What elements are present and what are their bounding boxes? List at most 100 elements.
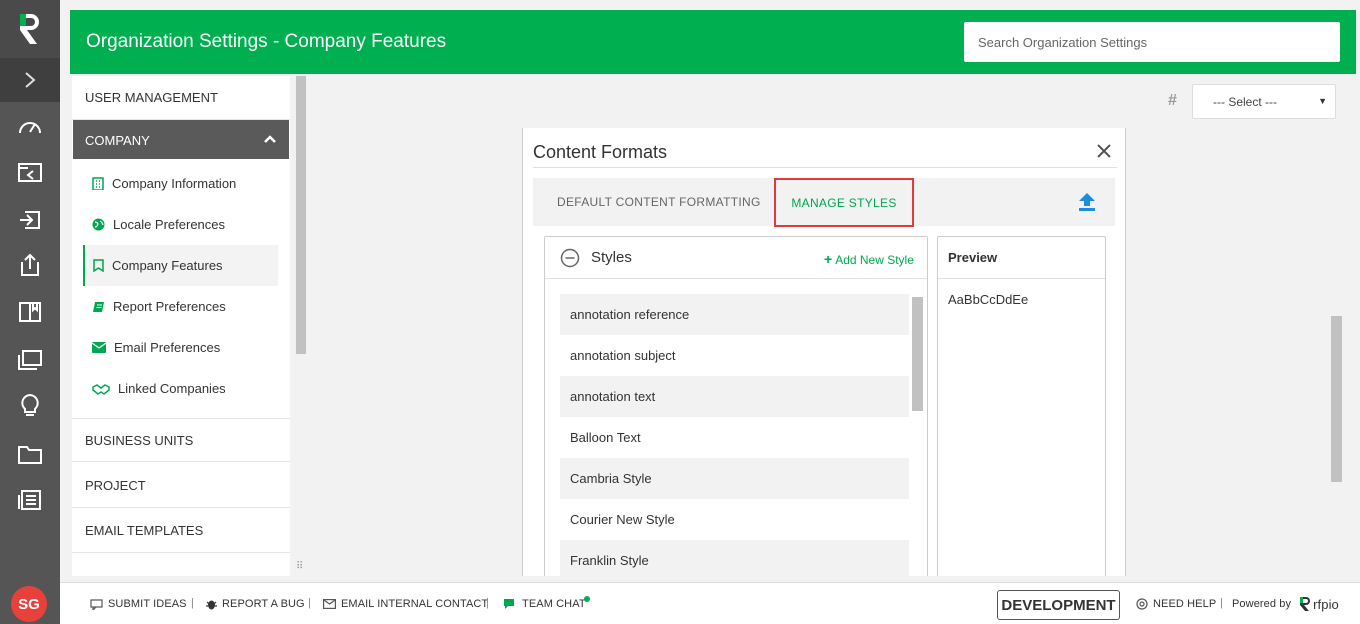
styles-panel: Styles + Add New Style annotation referen… (544, 236, 928, 576)
avatar[interactable]: SG (11, 586, 47, 622)
nav-item-linked-companies[interactable]: Linked Companies (83, 368, 278, 409)
styles-list-scrollbar-thumb[interactable] (912, 297, 923, 411)
divider (533, 167, 1117, 168)
footer-separator: | (1220, 597, 1223, 609)
preview-text: AaBbCcDdEe (948, 292, 1029, 307)
nav-item-label: Email Preferences (114, 340, 221, 355)
settings-nav: USER MANAGEMENT COMPANY Company Informat… (72, 76, 290, 576)
list-item[interactable]: Cambria Style (560, 458, 909, 499)
list-item[interactable]: annotation subject (560, 335, 909, 376)
nav-item-report-preferences[interactable]: Report Preferences (83, 286, 278, 327)
comment-icon (90, 598, 103, 610)
nav-item-label: Company Features (112, 258, 223, 273)
tab-manage-styles[interactable]: MANAGE STYLES (774, 178, 914, 227)
list-item[interactable]: Franklin Style (560, 540, 909, 576)
nav-item-company-features[interactable]: Company Features (83, 245, 278, 286)
content-formats-modal: Content Formats DEFAULT CONTENT FORMATTI… (522, 128, 1126, 576)
footer-separator: | (308, 597, 311, 609)
bug-icon (206, 600, 217, 610)
submit-ideas-link[interactable]: SUBMIT IDEAS (90, 598, 187, 610)
team-chat-label: TEAM CHAT (522, 598, 586, 610)
add-new-style-label: Add New Style (835, 253, 914, 267)
hash-icon: # (1168, 92, 1177, 109)
page-header: Organization Settings - Company Features (70, 10, 1356, 74)
nav-item-label: Locale Preferences (113, 217, 226, 232)
nav-item-email-preferences[interactable]: Email Preferences (83, 327, 278, 368)
report-bug-link[interactable]: REPORT A BUG (206, 598, 305, 610)
lifebuoy-icon (1136, 598, 1148, 610)
nav-item-locale-preferences[interactable]: Locale Preferences (83, 204, 278, 245)
tab-bar: DEFAULT CONTENT FORMATTING MANAGE STYLES (533, 178, 1115, 227)
need-help-link[interactable]: NEED HELP (1136, 598, 1216, 610)
envelope-icon (92, 342, 106, 353)
report-bug-label: REPORT A BUG (222, 598, 305, 610)
select-value: --- Select --- (1213, 95, 1277, 109)
powered-by: Powered by rfpio (1232, 596, 1339, 612)
list-item[interactable]: Courier New Style (560, 499, 909, 540)
documents-icon[interactable] (0, 340, 60, 380)
library-icon[interactable] (0, 292, 60, 332)
nav-section-user-management[interactable]: USER MANAGEMENT (72, 76, 290, 120)
modal-title: Content Formats (533, 142, 668, 162)
styles-panel-title: Styles (591, 249, 632, 266)
footer-separator: | (191, 597, 194, 609)
resize-grip-icon[interactable]: ⠿ (296, 561, 303, 572)
team-chat-link[interactable]: TEAM CHAT (503, 598, 586, 610)
globe-icon (92, 218, 105, 231)
nav-section-company-label: COMPANY (85, 133, 150, 148)
nav-section-business-units[interactable]: BUSINESS UNITS (72, 418, 290, 462)
folder-icon[interactable] (0, 434, 60, 474)
submit-ideas-label: SUBMIT IDEAS (108, 598, 187, 610)
nav-item-label: Linked Companies (118, 381, 226, 396)
nav-item-label: Company Information (112, 176, 237, 191)
rfpio-logo-icon (1300, 597, 1311, 611)
nav-item-label: Report Preferences (113, 299, 226, 314)
list-item[interactable]: Balloon Text (560, 417, 909, 458)
powered-by-label: Powered by (1232, 598, 1292, 610)
ideas-icon[interactable] (0, 386, 60, 426)
envelope-icon (323, 599, 336, 609)
book-icon (93, 301, 104, 312)
page-title: Organization Settings - Company Features (86, 31, 447, 52)
collapse-minus-icon[interactable] (560, 248, 580, 273)
preview-panel-title: Preview (938, 237, 1105, 279)
online-status-dot (584, 596, 590, 602)
export-icon[interactable] (0, 245, 60, 285)
search-input[interactable] (964, 22, 1340, 62)
footer: SUBMIT IDEAS | REPORT A BUG | EMAIL INTE… (60, 582, 1360, 624)
preview-panel: Preview AaBbCcDdEe (937, 236, 1106, 576)
email-internal-contact-link[interactable]: EMAIL INTERNAL CONTACT (323, 598, 488, 610)
select-dropdown[interactable]: --- Select --- ▼ (1192, 84, 1336, 119)
list-item[interactable]: annotation text (560, 376, 909, 417)
brand-label: rfpio (1313, 596, 1339, 612)
tab-default-content-formatting[interactable]: DEFAULT CONTENT FORMATTING (557, 195, 761, 209)
environment-badge[interactable]: DEVELOPMENT (997, 590, 1120, 620)
import-icon[interactable] (0, 200, 60, 240)
handshake-icon (92, 383, 110, 395)
styles-panel-header: Styles + Add New Style (545, 237, 927, 279)
chat-icon (504, 599, 514, 609)
email-internal-contact-label: EMAIL INTERNAL CONTACT (341, 598, 489, 610)
page-scrollbar-thumb[interactable] (1331, 316, 1342, 482)
upload-icon[interactable] (1078, 192, 1096, 217)
chevron-up-icon (263, 132, 277, 147)
plus-icon: + (824, 251, 833, 267)
dashboard-icon[interactable] (0, 106, 60, 146)
nav-item-company-information[interactable]: Company Information (83, 163, 278, 204)
add-new-style-button[interactable]: + Add New Style (824, 251, 914, 267)
rfpio-logo-icon[interactable] (0, 0, 60, 58)
expand-chevron-icon[interactable] (0, 58, 60, 102)
reports-icon[interactable] (0, 480, 60, 520)
caret-down-icon: ▼ (1318, 96, 1327, 106)
nav-section-project[interactable]: PROJECT (72, 464, 290, 508)
nav-scrollbar-thumb[interactable] (296, 76, 306, 354)
left-rail: SG (0, 0, 60, 624)
projects-icon[interactable] (0, 152, 60, 192)
footer-separator: | (486, 597, 489, 609)
building-icon (92, 177, 104, 190)
need-help-label: NEED HELP (1153, 598, 1217, 610)
nav-section-email-templates[interactable]: EMAIL TEMPLATES (72, 509, 290, 553)
close-icon[interactable] (1095, 142, 1113, 165)
nav-section-company[interactable]: COMPANY (73, 120, 289, 159)
list-item[interactable]: annotation reference (560, 294, 909, 335)
